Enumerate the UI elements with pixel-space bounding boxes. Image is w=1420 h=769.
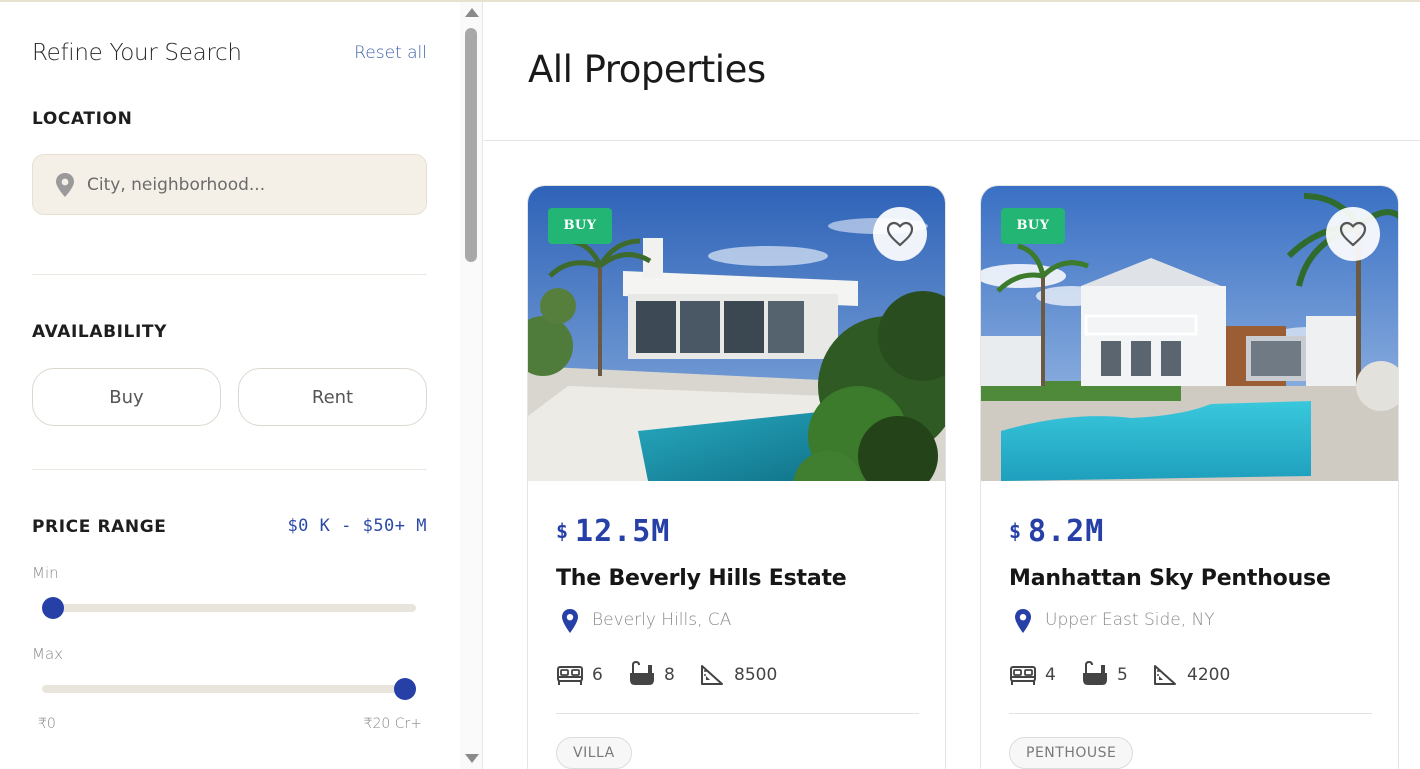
map-pin-icon [1015, 609, 1031, 633]
reset-all-link[interactable]: Reset all [354, 43, 427, 63]
section-divider [32, 274, 427, 275]
favorite-button[interactable] [873, 207, 927, 261]
favorite-button[interactable] [1326, 207, 1380, 261]
property-price: $8.2M [1009, 514, 1104, 549]
listing-type-badge: BUY [1001, 208, 1065, 244]
bed-count: 6 [592, 665, 603, 685]
property-name[interactable]: Manhattan Sky Penthouse [1009, 566, 1331, 591]
bath-icon [630, 661, 654, 685]
currency-symbol: $ [1009, 519, 1023, 543]
min-label: Min [32, 564, 59, 582]
area-value: 8500 [734, 665, 778, 685]
bath-icon [1083, 661, 1107, 685]
location-field[interactable] [32, 154, 427, 215]
price-range-label: PRICE RANGE [32, 517, 167, 537]
property-price: $12.5M [556, 514, 670, 549]
bed-icon [557, 666, 583, 685]
currency-symbol: $ [556, 519, 570, 543]
bath-count: 8 [664, 665, 675, 685]
map-pin-icon [562, 609, 578, 633]
buy-button[interactable]: Buy [32, 368, 221, 426]
card-divider [556, 713, 919, 714]
scrollbar-thumb[interactable] [465, 28, 477, 262]
filter-sidebar: Refine Your Search Reset all LOCATION AV… [0, 2, 460, 769]
max-label: Max [32, 645, 64, 663]
scroll-down-arrow-icon[interactable] [465, 754, 479, 763]
rent-button[interactable]: Rent [238, 368, 427, 426]
property-name[interactable]: The Beverly Hills Estate [556, 566, 847, 591]
area-value: 4200 [1187, 665, 1231, 685]
max-price-slider-track[interactable] [42, 678, 416, 700]
min-price-slider-thumb[interactable] [42, 597, 64, 619]
property-photo[interactable]: BUY [981, 186, 1398, 481]
property-photo[interactable]: BUY [528, 186, 945, 481]
map-pin-icon [56, 173, 74, 197]
heart-icon [886, 221, 914, 247]
scroll-up-arrow-icon[interactable] [465, 8, 479, 17]
max-price-slider-thumb[interactable] [394, 678, 416, 700]
header-divider [484, 140, 1420, 141]
location-input[interactable] [87, 155, 407, 214]
property-type-tag: VILLA [556, 737, 632, 769]
card-divider [1009, 713, 1372, 714]
area-icon [701, 665, 723, 685]
area-icon [1154, 665, 1176, 685]
property-location: Upper East Side, NY [1045, 610, 1215, 630]
bath-count: 5 [1117, 665, 1128, 685]
property-card[interactable]: BUY $8.2M Manhattan Sky Penthouse Upper … [980, 185, 1399, 769]
section-divider [32, 469, 427, 470]
availability-label: AVAILABILITY [32, 322, 168, 342]
price-amount: 8.2M [1028, 514, 1105, 549]
property-card[interactable]: BUY $12.5M The Beverly Hills Estate Beve… [527, 185, 946, 769]
min-price-slider-track[interactable] [42, 597, 416, 619]
bed-count: 4 [1045, 665, 1056, 685]
price-amount: 12.5M [575, 514, 671, 549]
sidebar-scrollbar[interactable] [460, 2, 483, 769]
sidebar-title: Refine Your Search [32, 40, 242, 66]
listing-type-badge: BUY [548, 208, 612, 244]
bed-icon [1010, 666, 1036, 685]
price-range-value: $0 K - $50+ M [287, 516, 427, 536]
location-label: LOCATION [32, 109, 133, 129]
range-end-label: ₹20 Cr+ [363, 716, 422, 732]
property-location: Beverly Hills, CA [592, 610, 732, 630]
range-start-label: ₹0 [38, 716, 56, 732]
properties-main: All Properties BUY $ 12.5M The Beverly H… [484, 2, 1420, 769]
property-type-tag: PENTHOUSE [1009, 737, 1134, 769]
heart-icon [1339, 221, 1367, 247]
page-title: All Properties [528, 48, 766, 91]
